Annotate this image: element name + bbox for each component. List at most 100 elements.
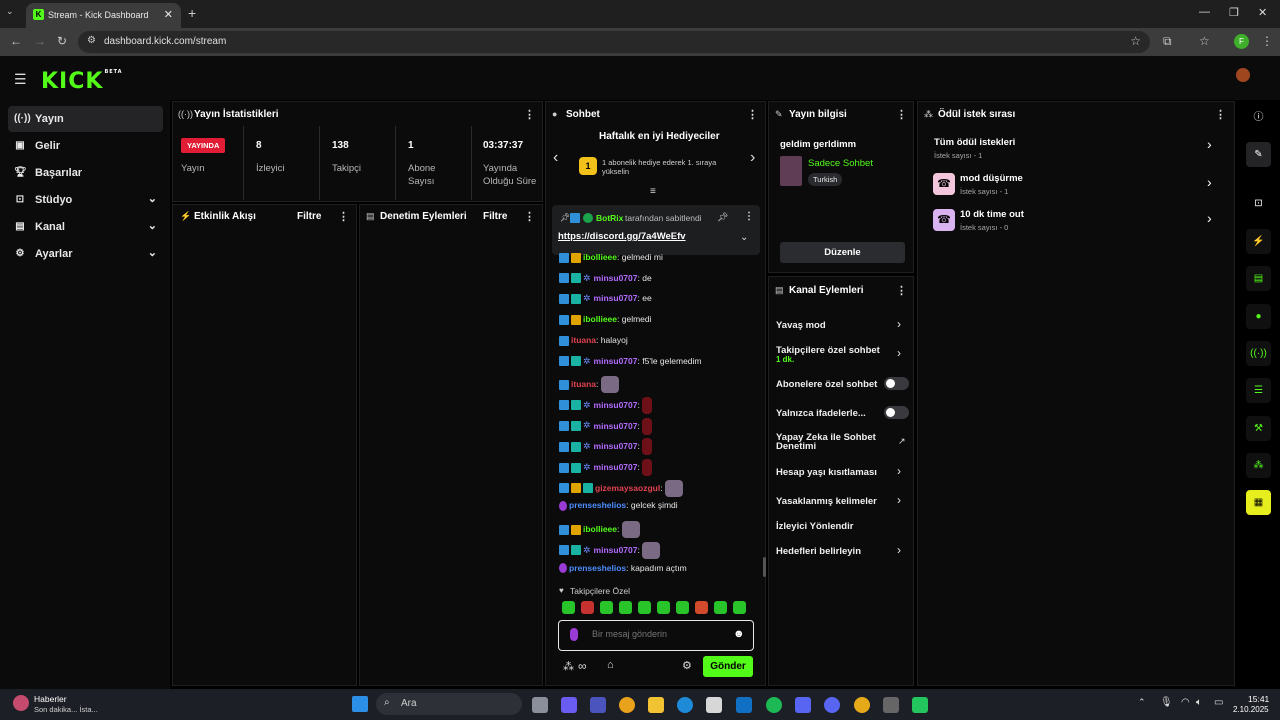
moderation-menu-icon[interactable]: ⋮ xyxy=(524,210,535,223)
emote[interactable] xyxy=(600,601,613,614)
browser-menu-icon[interactable]: ⋮ xyxy=(1261,34,1273,48)
filter-lines-icon[interactable]: ≡ xyxy=(650,186,656,197)
reward-item[interactable]: ☎ 10 dk time out İstek sayısı - 0 › xyxy=(930,206,1222,236)
maximize-icon[interactable]: ❐ xyxy=(1229,6,1239,19)
wifi-icon[interactable]: ◠ xyxy=(1181,697,1190,708)
clock-time[interactable]: 15:41 xyxy=(1248,694,1269,704)
banned-words-item[interactable]: Yasaklanmış kelimeler xyxy=(776,496,877,507)
task-view-icon[interactable] xyxy=(532,697,548,713)
pinned-message[interactable]: 📌︎ BotRix tarafından sabitlendi 📌︎ ⋮ htt… xyxy=(552,205,760,255)
unpin-icon[interactable]: 📌︎ xyxy=(717,212,728,223)
extensions-icon[interactable]: ⧉ xyxy=(1163,34,1172,49)
forward-icon[interactable]: → xyxy=(34,34,46,48)
spotify-icon[interactable] xyxy=(766,697,782,713)
rewards-icon[interactable]: ⁂ xyxy=(1246,453,1271,478)
kick-app-icon[interactable] xyxy=(912,697,928,713)
chat-username[interactable]: minsu0707 xyxy=(594,400,638,410)
broadcast-icon[interactable]: ((·)) xyxy=(1246,341,1271,366)
emote[interactable] xyxy=(695,601,708,614)
chat-username[interactable]: ituana xyxy=(571,335,596,345)
app-icon[interactable] xyxy=(795,697,811,713)
clapper-icon[interactable]: ▦ xyxy=(1246,490,1271,515)
external-link-icon[interactable]: ↗ xyxy=(898,436,906,447)
profile-avatar[interactable]: F xyxy=(1234,34,1249,49)
gifters-prev-icon[interactable]: ‹ xyxy=(553,149,558,167)
chat-menu-icon[interactable]: ⋮ xyxy=(747,108,758,121)
sidebar-item-yayin[interactable]: ((·)) Yayın xyxy=(8,106,163,132)
chat-emote[interactable] xyxy=(642,396,653,414)
reload-icon[interactable]: ↻ xyxy=(57,34,67,48)
omnibox[interactable]: ⚙ dashboard.kick.com/stream ☆ xyxy=(78,31,1150,53)
emote[interactable] xyxy=(657,601,670,614)
chevron-right-icon[interactable]: › xyxy=(897,317,901,331)
tray-chevron-icon[interactable]: ⌃ xyxy=(1138,697,1146,708)
gifters-next-icon[interactable]: › xyxy=(750,149,755,167)
chat-input[interactable] xyxy=(592,629,722,639)
emote[interactable] xyxy=(581,601,594,614)
chevron-right-icon[interactable]: › xyxy=(897,464,901,478)
raid-item[interactable]: İzleyici Yönlendir xyxy=(776,521,853,532)
activity-filter-button[interactable]: Filtre xyxy=(297,211,321,222)
notes-icon[interactable]: ▤ xyxy=(1246,266,1271,291)
stats-menu-icon[interactable]: ⋮ xyxy=(524,108,535,121)
chat-username[interactable]: minsu0707 xyxy=(594,441,638,451)
wrench-icon[interactable]: ⚒ xyxy=(1246,416,1271,441)
sidebar-item-studyo[interactable]: ⊡ Stüdyo ⌄ xyxy=(8,187,163,213)
close-tab-icon[interactable]: ✕ xyxy=(164,8,173,21)
account-age-item[interactable]: Hesap yaşı kısıtlaması xyxy=(776,467,877,478)
chat-username[interactable]: ituana xyxy=(571,379,596,389)
info-icon[interactable]: ⓘ xyxy=(1246,105,1271,130)
file-explorer-icon[interactable] xyxy=(648,697,664,713)
slow-mode-item[interactable]: Yavaş mod xyxy=(776,320,826,331)
emote[interactable] xyxy=(638,601,651,614)
chat-username[interactable]: ibollieee xyxy=(583,314,617,324)
chat-username[interactable]: minsu0707 xyxy=(594,545,638,555)
sidebar-item-ayarlar[interactable]: ⚙ Ayarlar ⌄ xyxy=(8,241,163,267)
taskbar-search[interactable]: ⌕ Ara xyxy=(376,693,522,715)
send-button[interactable]: Gönder xyxy=(703,656,753,677)
focus-icon[interactable]: ⊡ xyxy=(1246,191,1271,216)
edit-layout-icon[interactable]: ✎ xyxy=(1246,142,1271,167)
lightning-icon[interactable]: ⚡ xyxy=(1246,229,1271,254)
goals-item[interactable]: Hedefleri belirleyin xyxy=(776,546,861,557)
store-icon[interactable] xyxy=(706,697,722,713)
activity-menu-icon[interactable]: ⋮ xyxy=(338,210,349,223)
chrome-icon[interactable] xyxy=(619,697,635,713)
chevron-right-icon[interactable]: › xyxy=(897,346,901,360)
reward-all-requests[interactable]: Tüm ödül istekleri İstek sayısı - 1 › xyxy=(930,134,1222,164)
user-avatar[interactable] xyxy=(1236,68,1250,82)
new-tab-icon[interactable]: + xyxy=(188,5,196,21)
hamburger-menu-icon[interactable]: ☰ xyxy=(14,71,27,88)
clock-date[interactable]: 2.10.2025 xyxy=(1233,705,1269,714)
chat-username[interactable]: prenseshelios xyxy=(569,500,626,510)
chat-username[interactable]: minsu0707 xyxy=(594,420,638,430)
outlook-icon[interactable] xyxy=(736,697,752,713)
pinned-link[interactable]: https://discord.gg/7a4WeEfv xyxy=(558,231,686,242)
chat-emote[interactable] xyxy=(600,376,619,394)
sidebar-item-basarilar[interactable]: 🏆︎ Başarılar xyxy=(8,160,163,186)
battery-icon[interactable]: ▭ xyxy=(1214,697,1223,708)
category-name[interactable]: Sadece Sohbet xyxy=(808,158,873,169)
pinned-menu-icon[interactable]: ⋮ xyxy=(744,211,754,222)
chat-username[interactable]: minsu0707 xyxy=(594,462,638,472)
chat-input-box[interactable]: ☻ xyxy=(558,620,754,651)
discord-icon[interactable] xyxy=(824,697,840,713)
volume-icon[interactable]: 🔈︎ xyxy=(1196,697,1202,708)
back-icon[interactable]: ← xyxy=(10,34,22,48)
edge-icon[interactable] xyxy=(677,697,693,713)
channel-actions-menu-icon[interactable]: ⋮ xyxy=(896,284,907,297)
tab-list-icon[interactable]: ⌄ xyxy=(6,6,14,17)
reward-item[interactable]: ☎ mod düşürme İstek sayısı - 1 › xyxy=(930,170,1222,200)
emote[interactable] xyxy=(714,601,727,614)
chat-username[interactable]: minsu0707 xyxy=(594,356,638,366)
chat-username[interactable]: prenseshelios xyxy=(569,563,626,573)
emoji-icon[interactable]: ☻ xyxy=(733,628,745,640)
list-icon[interactable]: ☰ xyxy=(1246,378,1271,403)
chat-scrollbar[interactable] xyxy=(763,557,766,577)
store-icon[interactable]: ⌂ xyxy=(607,659,614,671)
moderation-filter-button[interactable]: Filtre xyxy=(483,211,507,222)
chat-settings-icon[interactable]: ⚙ xyxy=(682,659,692,672)
teams-icon[interactable] xyxy=(590,697,606,713)
chat-username[interactable]: ibollieee xyxy=(583,524,617,534)
chat-bubble-icon[interactable]: ● xyxy=(1246,304,1271,329)
